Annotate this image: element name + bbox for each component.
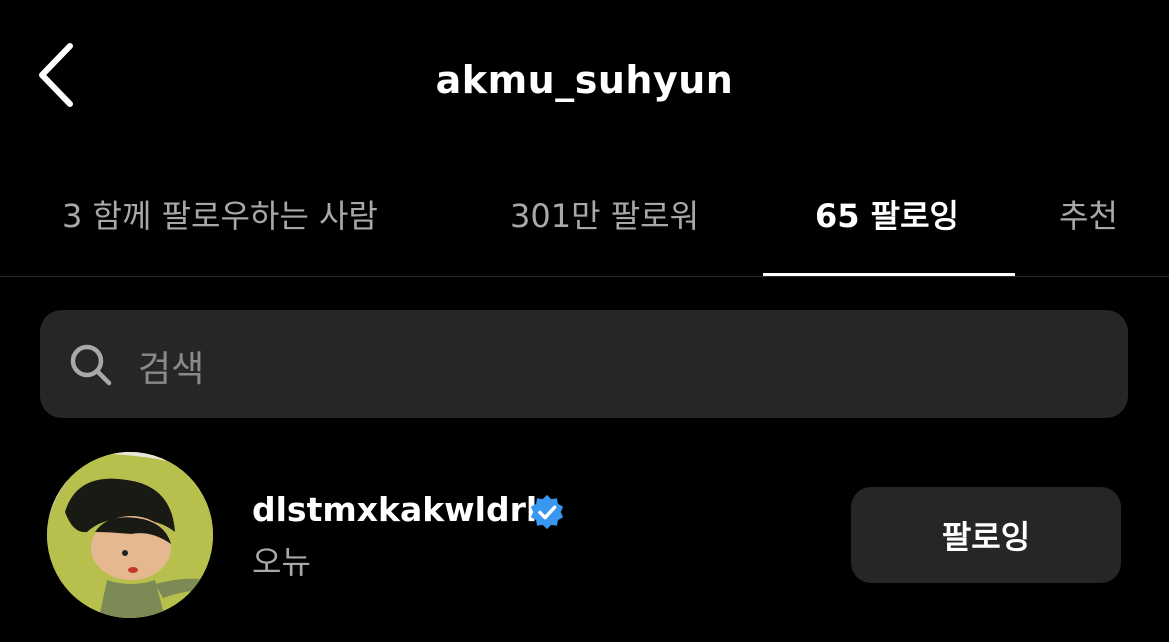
search-input[interactable]: 검색 bbox=[40, 310, 1128, 418]
tab-followers[interactable]: 301만 팔로워 bbox=[510, 191, 699, 237]
page-title: akmu_suhyun bbox=[435, 58, 734, 102]
top-bar: akmu_suhyun bbox=[0, 0, 1169, 165]
search-placeholder: 검색 bbox=[138, 349, 205, 390]
verified-badge-icon bbox=[530, 494, 564, 530]
tab-suggested[interactable]: 추천 bbox=[1059, 191, 1118, 237]
list-item[interactable]: dlstmxkakwldrl 오뉴 팔로잉 bbox=[0, 440, 1169, 630]
avatar[interactable] bbox=[47, 452, 213, 618]
search-icon bbox=[70, 344, 112, 386]
display-name: 오뉴 bbox=[252, 543, 311, 581]
tab-mutual-followers[interactable]: 3 함께 팔로우하는 사람 bbox=[62, 191, 378, 237]
tab-following[interactable]: 65 팔로잉 bbox=[815, 191, 959, 237]
avatar-illustration bbox=[47, 452, 213, 618]
active-tab-indicator bbox=[763, 273, 1015, 276]
tab-bar: 3 함께 팔로우하는 사람 301만 팔로워 65 팔로잉 추천 bbox=[0, 165, 1169, 277]
following-button[interactable]: 팔로잉 bbox=[851, 487, 1121, 583]
username[interactable]: dlstmxkakwldrl bbox=[252, 490, 537, 529]
